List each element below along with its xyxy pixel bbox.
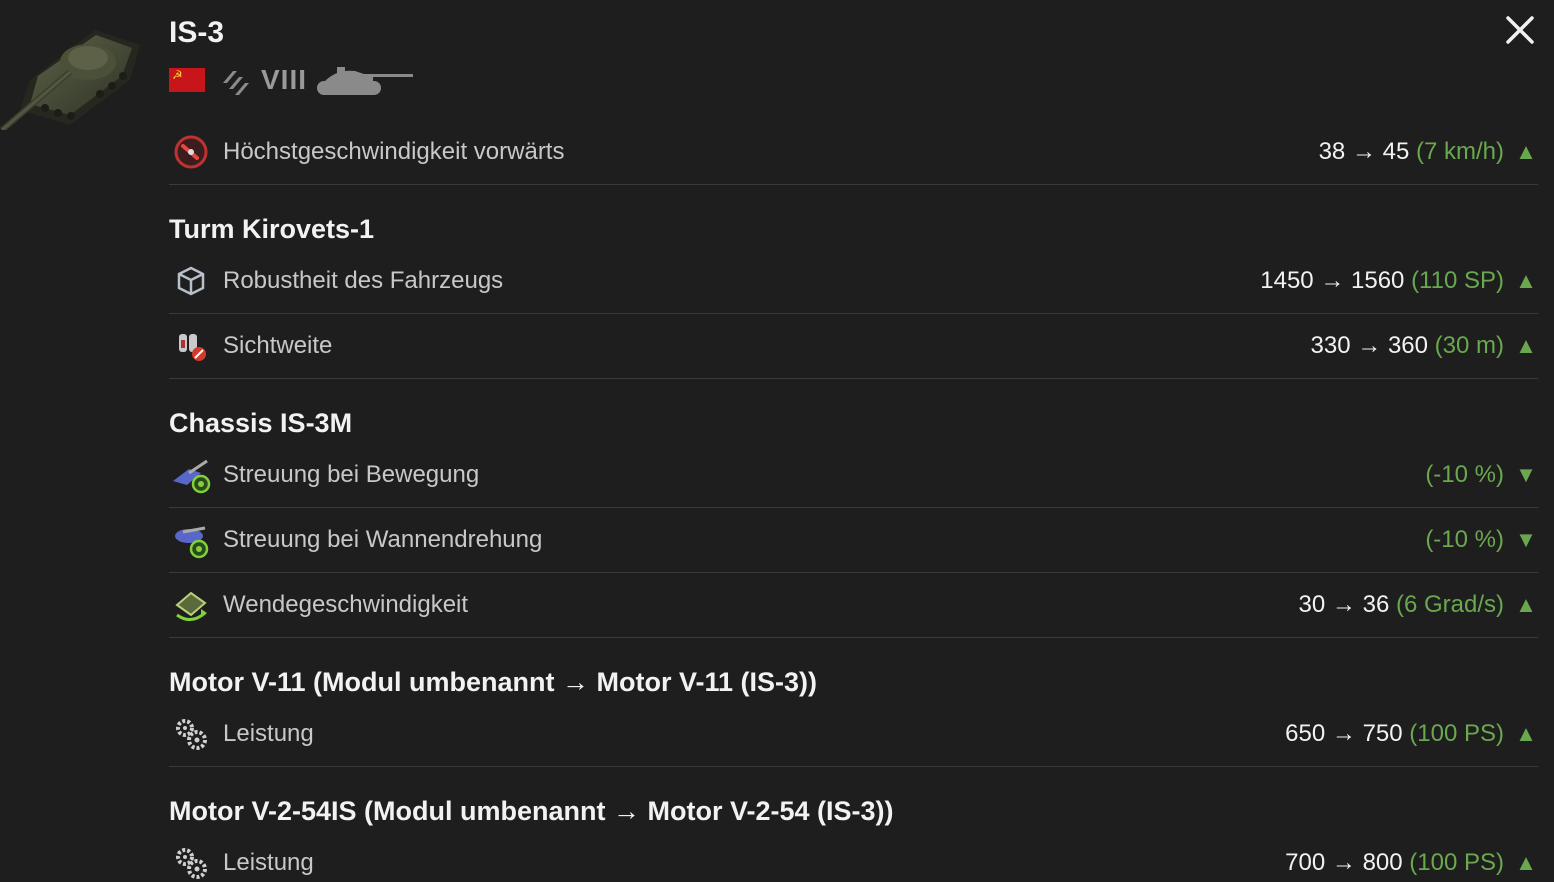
section-title-text: Motor V-2-54IS (Modul umbenannt: [169, 796, 613, 826]
section-title-chassis: Chassis IS-3M: [169, 408, 353, 438]
stat-value: 650 → 750 (100 PS): [1285, 720, 1504, 747]
heavy-tank-icon: [223, 71, 249, 95]
stat-value: 700 → 800 (100 PS): [1285, 849, 1504, 876]
speed-gauge-icon: [174, 135, 208, 169]
rename-arrow: →: [613, 796, 640, 826]
binoculars-icon: [179, 334, 206, 361]
section-title-engine-v11: Motor V-11 (Modul umbenannt → Motor V-11…: [169, 638, 1538, 702]
stat-value: (-10 %): [1425, 461, 1504, 488]
rename-arrow: →: [562, 667, 589, 697]
stat-row-engine-power: Leistung 700 → 800 (100 PS) ▲: [169, 831, 1538, 882]
trend-up-icon: ▲: [1515, 139, 1537, 164]
armor-cube-icon: [177, 266, 205, 296]
trend-down-icon: ▼: [1515, 527, 1537, 552]
stat-value: 38 → 45 (7 km/h): [1318, 138, 1504, 165]
stat-row-traverse: Wendegeschwindigkeit 30 → 36 (6 Grad/s) …: [169, 573, 1538, 638]
changes-list: Höchstgeschwindigkeit vorwärts 38 → 45 (…: [169, 120, 1538, 882]
ussr-flag: ☭: [169, 68, 205, 92]
stat-value: 330 → 360 (30 m): [1310, 332, 1504, 359]
stat-label: Höchstgeschwindigkeit vorwärts: [223, 138, 565, 165]
section-title-text: Motor V-2-54 (IS-3)): [640, 796, 894, 826]
vehicle-name: IS-3: [169, 16, 225, 49]
trend-up-icon: ▲: [1515, 850, 1537, 875]
stat-row-dispersion-movement: Streuung bei Bewegung (-10 %) ▼: [169, 443, 1538, 508]
tier-level: VIII: [261, 64, 308, 95]
trend-up-icon: ▲: [1515, 592, 1537, 617]
module-changes-panel: IS-3 ☭ VIII Höchstgeschwindigkeit vorwär…: [0, 0, 1554, 882]
stat-label: Leistung: [223, 720, 314, 747]
section-title-text: Motor V-11 (IS-3)): [589, 667, 818, 697]
stat-value: (-10 %): [1425, 526, 1504, 553]
stat-label: Streuung bei Wannendrehung: [223, 526, 543, 553]
engine-gears-icon: [176, 719, 207, 750]
stat-label: Wendegeschwindigkeit: [223, 591, 469, 618]
stat-value: 30 → 36 (6 Grad/s): [1298, 591, 1504, 618]
dispersion-movement-icon: [173, 459, 211, 494]
vehicle-info: ☭ VIII: [169, 62, 415, 98]
trend-down-icon: ▼: [1515, 462, 1537, 487]
stat-row-view-range: Sichtweite 330 → 360 (30 m) ▲: [169, 314, 1538, 379]
stat-label: Leistung: [223, 849, 314, 876]
engine-gears-icon: [176, 848, 207, 879]
stat-row-engine-power: Leistung 650 → 750 (100 PS) ▲: [169, 702, 1538, 767]
trend-up-icon: ▲: [1515, 721, 1537, 746]
traverse-speed-icon: [175, 591, 207, 621]
trend-up-icon: ▲: [1515, 333, 1537, 358]
section-title-turret: Turm Kirovets-1: [169, 214, 375, 244]
stat-row-hp: Robustheit des Fahrzeugs 1450 → 1560 (11…: [169, 249, 1538, 314]
section-title-engine-v254: Motor V-2-54IS (Modul umbenannt → Motor …: [169, 767, 1538, 831]
stat-value: 1450 → 1560 (110 SP): [1260, 267, 1504, 294]
stat-label: Robustheit des Fahrzeugs: [223, 267, 504, 294]
dispersion-rotation-icon: [175, 526, 209, 559]
trend-up-icon: ▲: [1515, 268, 1537, 293]
tank-silhouette-icon: [317, 67, 414, 95]
stat-row-top-speed: Höchstgeschwindigkeit vorwärts 38 → 45 (…: [169, 120, 1538, 185]
stat-row-dispersion-rotation: Streuung bei Wannendrehung (-10 %) ▼: [169, 508, 1538, 573]
stat-label: Sichtweite: [223, 332, 333, 359]
stat-label: Streuung bei Bewegung: [223, 461, 480, 488]
close-icon[interactable]: [1504, 14, 1536, 46]
section-title-text: Motor V-11 (Modul umbenannt: [169, 667, 562, 697]
tank-image: [0, 30, 140, 130]
